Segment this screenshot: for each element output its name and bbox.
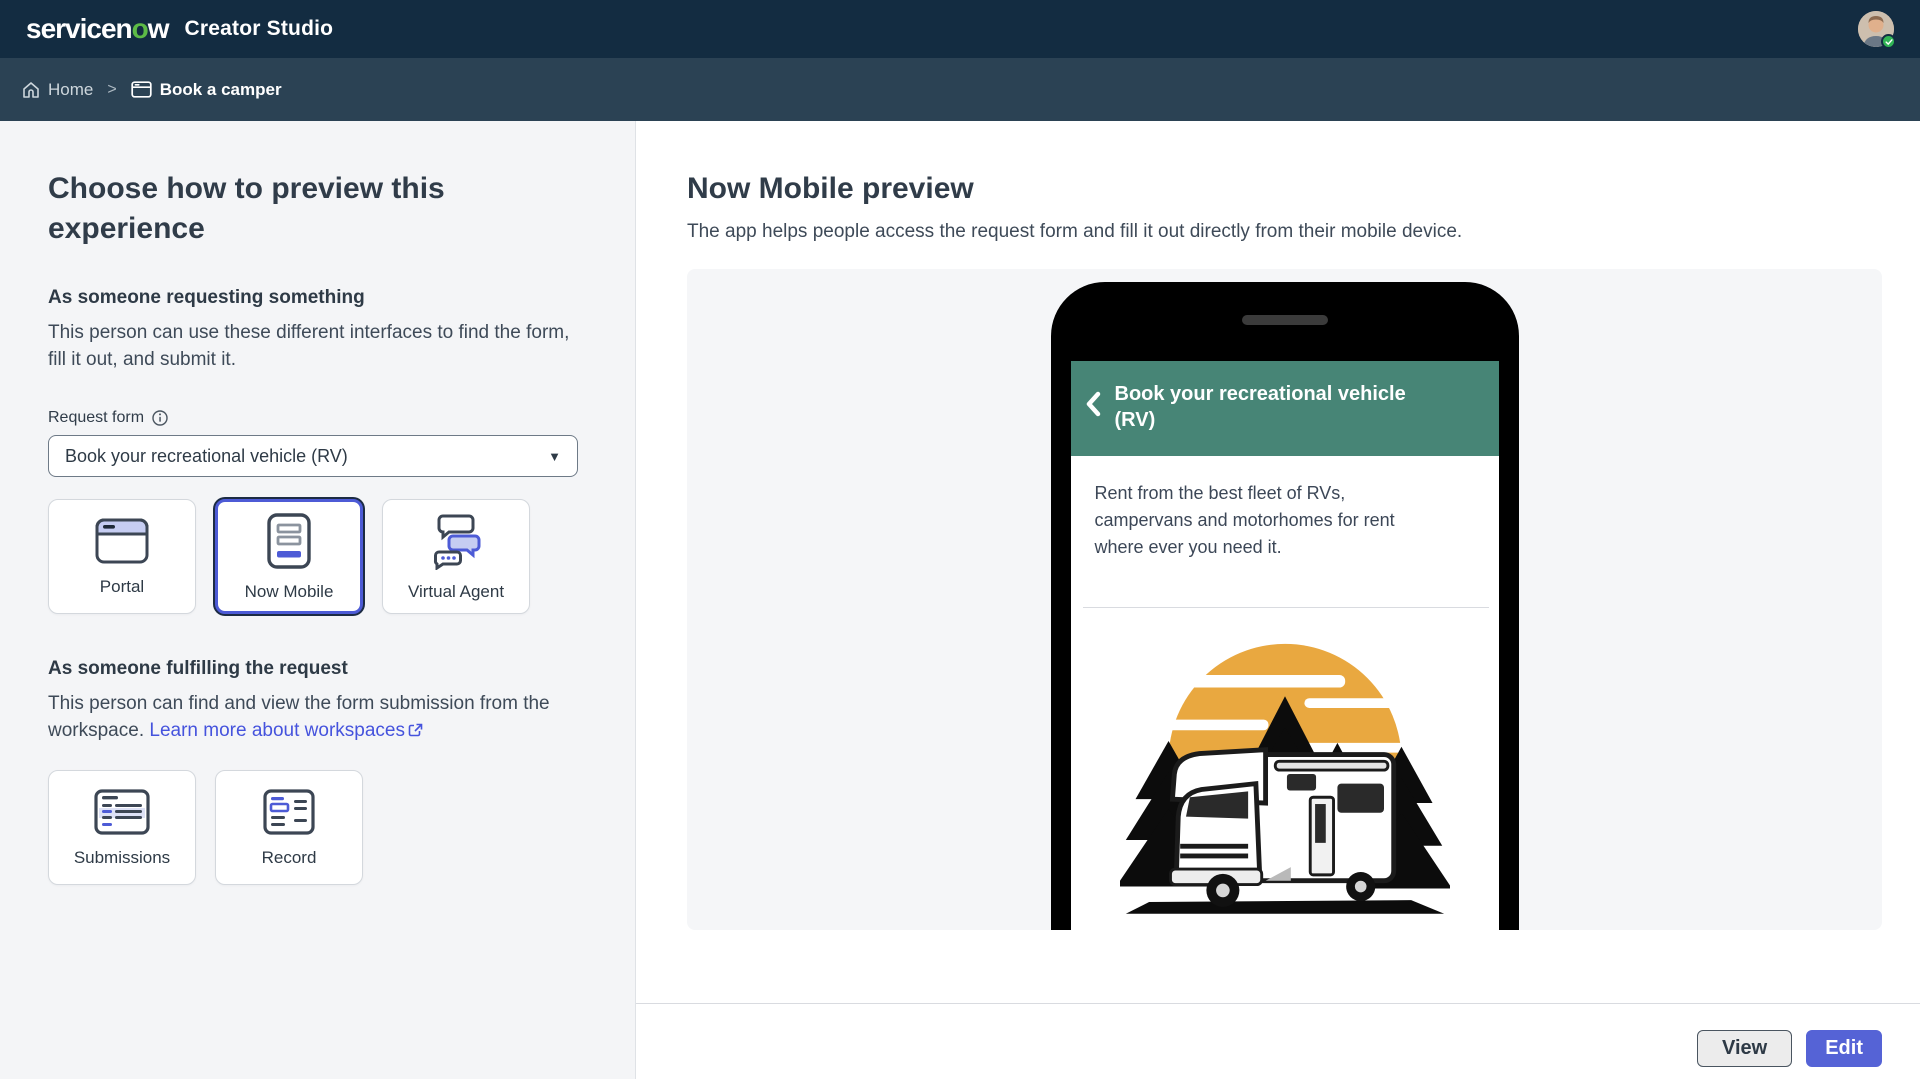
preview-panel: Now Mobile preview The app helps people … xyxy=(636,121,1920,1079)
fulfilling-options-row: Submissions Record xyxy=(48,770,587,885)
submissions-icon xyxy=(94,788,150,835)
top-app-bar: servicen o w Creator Studio xyxy=(0,0,1920,58)
action-footer: View Edit xyxy=(636,1003,1920,1079)
app-title: Creator Studio xyxy=(184,17,334,40)
divider xyxy=(1082,607,1489,608)
check-icon xyxy=(1884,38,1893,45)
record-icon xyxy=(263,788,315,835)
logo-text-2: w xyxy=(147,13,170,44)
phone-preview-area: Book your recreational vehicle (RV) Rent… xyxy=(687,269,1882,930)
phone-mockup: Book your recreational vehicle (RV) Rent… xyxy=(1050,282,1519,930)
option-label: Submissions xyxy=(73,847,171,867)
home-icon xyxy=(23,81,39,98)
requesting-section: As someone requesting something This per… xyxy=(48,287,587,614)
breadcrumb-home[interactable]: Home xyxy=(22,80,93,100)
option-label: Record xyxy=(261,847,317,867)
user-avatar[interactable] xyxy=(1858,11,1896,49)
breadcrumb-current: Book a camper xyxy=(131,80,282,100)
phone-body: Rent from the best fleet of RVs, camperv… xyxy=(1071,456,1499,922)
option-card-record[interactable]: Record xyxy=(215,770,363,885)
option-label: Portal xyxy=(99,576,145,596)
breadcrumb-current-label: Book a camper xyxy=(159,79,282,99)
panel-title: Choose how to preview this experience xyxy=(48,172,445,245)
phone-screen: Book your recreational vehicle (RV) Rent… xyxy=(1070,361,1499,930)
requesting-options-row: Portal Now Mobile Virtual Agent xyxy=(48,499,587,614)
option-label: Now Mobile xyxy=(244,581,334,601)
external-link-icon xyxy=(408,723,423,737)
fulfilling-section: As someone fulfilling the request This p… xyxy=(48,658,587,885)
view-button[interactable]: View xyxy=(1697,1030,1793,1067)
back-chevron-icon[interactable] xyxy=(1085,391,1101,417)
learn-more-link[interactable]: Learn more about workspaces xyxy=(149,720,423,741)
learn-more-link-label: Learn more about workspaces xyxy=(149,720,405,741)
request-form-label: Request form xyxy=(48,409,145,426)
option-card-submissions[interactable]: Submissions xyxy=(48,770,196,885)
edit-button[interactable]: Edit xyxy=(1806,1030,1882,1067)
requesting-description: This person can use these different inte… xyxy=(48,322,570,370)
servicenow-logo: servicen o w xyxy=(26,13,170,45)
request-form-selected-value: Book your recreational vehicle (RV) xyxy=(65,445,348,466)
breadcrumb-home-label: Home xyxy=(48,79,94,99)
preview-subtitle: The app helps people access the request … xyxy=(687,221,1463,242)
phone-form-description: Rent from the best fleet of RVs, camperv… xyxy=(1094,483,1395,557)
option-label: Virtual Agent xyxy=(407,581,505,601)
preview-title: Now Mobile preview xyxy=(687,172,974,205)
fulfilling-description: This person can find and view the form s… xyxy=(48,690,593,744)
request-form-select[interactable]: Book your recreational vehicle (RV) ▼ xyxy=(48,435,578,477)
chevron-down-icon: ▼ xyxy=(548,448,561,464)
experience-card-icon xyxy=(131,81,152,98)
breadcrumb-separator: > xyxy=(107,80,117,98)
preview-options-panel: Choose how to preview this experience As… xyxy=(0,121,636,1079)
option-card-virtual-agent[interactable]: Virtual Agent xyxy=(382,499,530,614)
fulfilling-heading: As someone fulfilling the request xyxy=(48,658,348,679)
logo-text-1: servicen xyxy=(26,13,133,44)
now-mobile-icon xyxy=(267,512,311,569)
phone-speaker xyxy=(1241,315,1328,325)
option-card-portal[interactable]: Portal xyxy=(48,499,196,614)
option-card-now-mobile[interactable]: Now Mobile xyxy=(215,499,363,614)
portal-icon xyxy=(95,518,149,563)
main-content: Choose how to preview this experience As… xyxy=(0,121,1920,1079)
virtual-agent-icon xyxy=(433,514,481,570)
info-icon[interactable] xyxy=(152,410,168,426)
phone-form-title: Book your recreational vehicle (RV) xyxy=(1114,383,1406,431)
online-status-badge xyxy=(1881,34,1896,49)
breadcrumb: Home > Book a camper xyxy=(0,58,1920,121)
rv-camper-illustration xyxy=(1119,643,1450,914)
phone-app-header: Book your recreational vehicle (RV) xyxy=(1070,361,1499,456)
logo-green-o: o xyxy=(131,13,149,44)
requesting-heading: As someone requesting something xyxy=(48,287,365,308)
